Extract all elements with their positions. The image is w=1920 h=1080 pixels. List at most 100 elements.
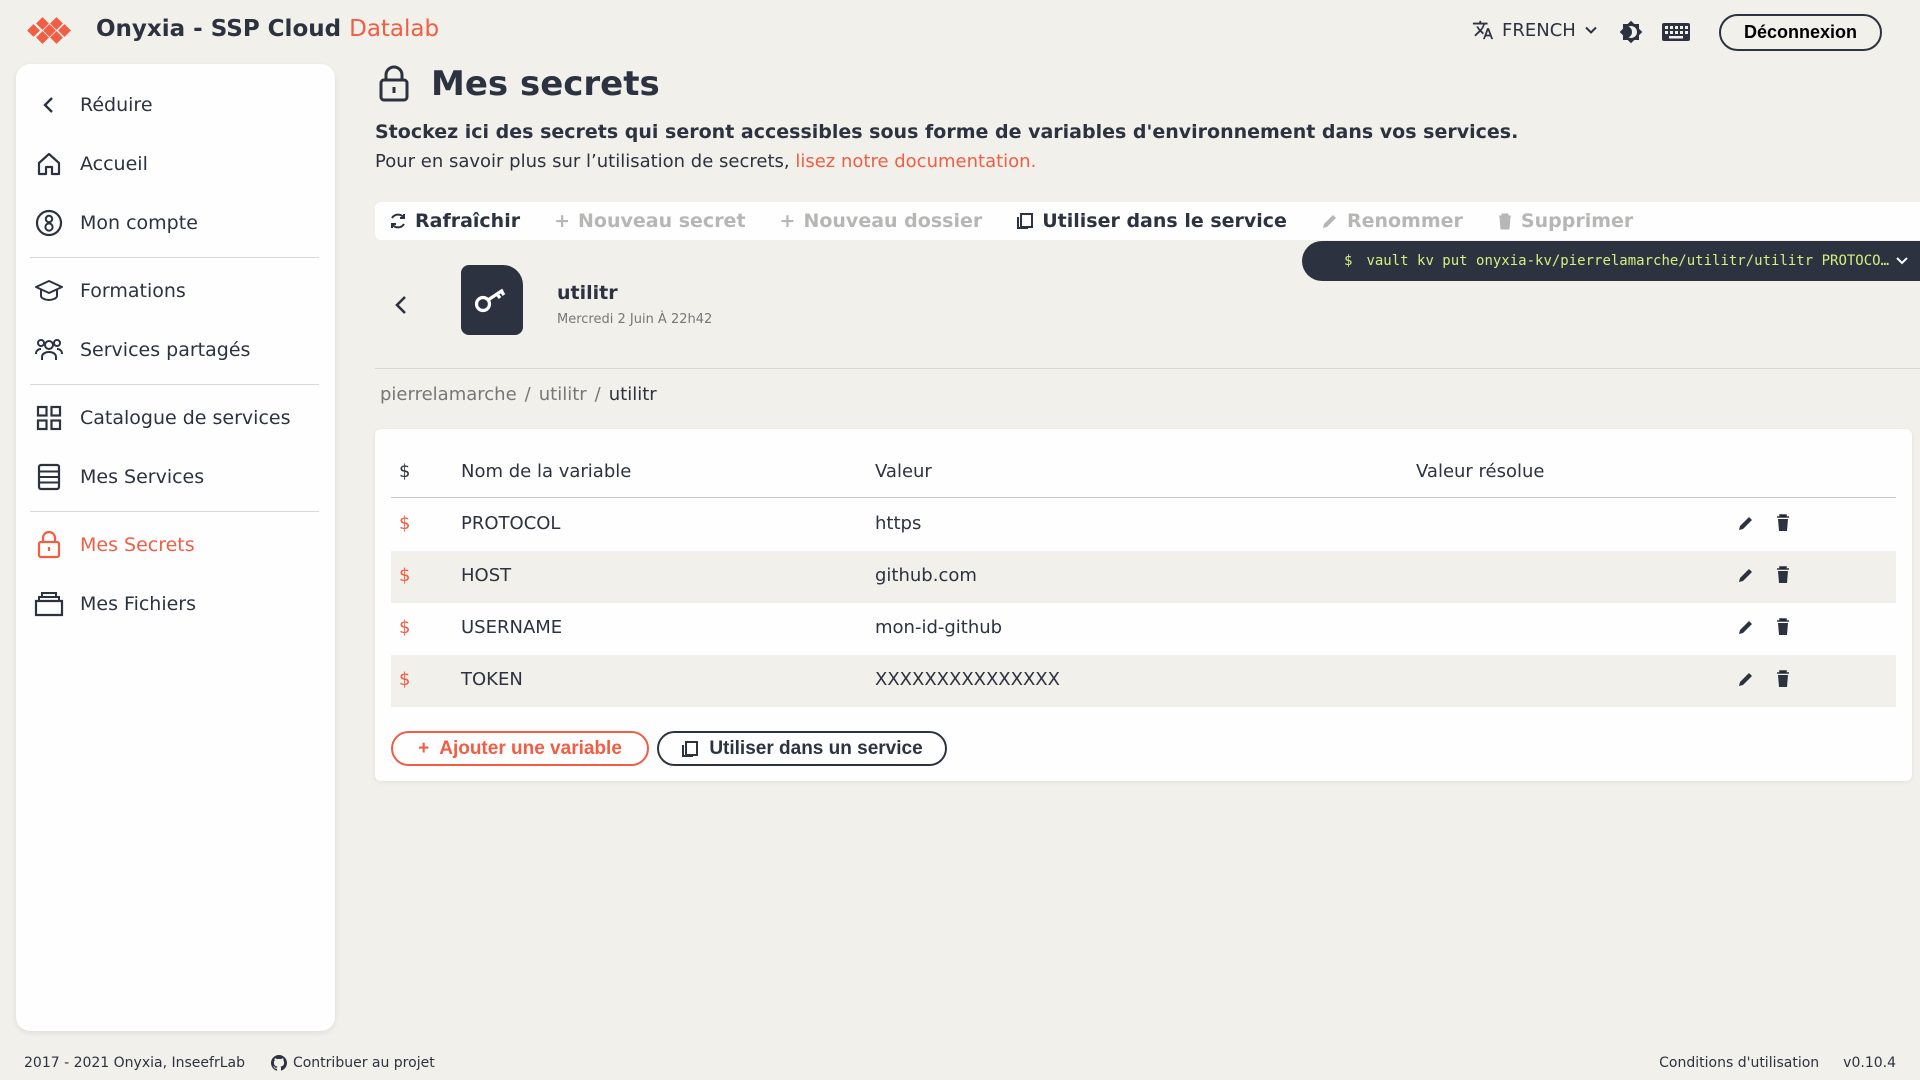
delete-icon[interactable] (1775, 565, 1791, 585)
breadcrumb-item[interactable]: pierrelamarche (380, 384, 517, 405)
contribute-label: Contribuer au projet (292, 1055, 435, 1071)
grid-icon (30, 399, 68, 437)
copyright-text: 2017 - 2021 Onyxia, InseefrLab (24, 1055, 245, 1071)
refresh-label: Rafraîchir (415, 210, 521, 232)
pencil-icon (1322, 215, 1336, 228)
page-title: Mes secrets (431, 64, 660, 104)
add-variable-button[interactable]: + Ajouter une variable (391, 731, 649, 766)
sidebar-divider (30, 257, 319, 258)
sidebar-item-label: Mes Fichiers (80, 593, 197, 615)
header-value: Valeur (875, 461, 932, 482)
row-value[interactable]: XXXXXXXXXXXXXXX (875, 669, 1060, 690)
sidebar-item-accueil[interactable]: Accueil (30, 141, 320, 187)
sidebar-item-mon-compte[interactable]: Mon compte (30, 200, 320, 246)
sidebar-item-label: Catalogue de services (80, 407, 291, 429)
trash-icon (1498, 213, 1511, 230)
section-divider (375, 368, 1920, 369)
delete-icon[interactable] (1775, 617, 1791, 637)
sidebar-divider (30, 384, 319, 385)
sidebar-item-catalogue[interactable]: Catalogue de services (30, 395, 320, 441)
delete-label: Supprimer (1520, 210, 1634, 232)
table-header: $ Nom de la variable Valeur Valeur résol… (391, 429, 1896, 498)
breadcrumb: pierrelamarche / utilitr / utilitr (380, 384, 657, 405)
brand-accent: Datalab (349, 16, 440, 42)
use-in-service-button[interactable]: Utiliser dans le service (1016, 210, 1287, 232)
help-text-prefix: Pour en savoir plus sur l’utilisation de… (375, 151, 790, 172)
row-dollar: $ (399, 565, 411, 586)
help-text: Pour en savoir plus sur l’utilisation de… (375, 151, 1036, 172)
table-row[interactable]: $ HOST github.com (391, 551, 1896, 603)
refresh-icon (391, 213, 405, 229)
delete-icon[interactable] (1775, 669, 1791, 689)
sidebar-item-label: Formations (80, 280, 186, 302)
language-selector[interactable]: FRENCH (1472, 19, 1598, 41)
secret-name: utilitr (557, 282, 618, 304)
sidebar-item-label: Services partagés (80, 339, 251, 361)
documentation-link[interactable]: lisez notre documentation. (795, 151, 1036, 172)
rename-button[interactable]: Renommer (1321, 210, 1463, 232)
sidebar-divider (30, 511, 319, 512)
contribute-link[interactable]: Contribuer au projet (270, 1055, 435, 1071)
page-header: Mes secrets (377, 64, 660, 104)
sidebar-collapse-label: Réduire (80, 94, 153, 116)
row-value[interactable]: mon-id-github (875, 617, 1002, 638)
files-icon (30, 585, 68, 623)
new-secret-button[interactable]: + Nouveau secret (554, 210, 745, 232)
rename-label: Renommer (1346, 210, 1463, 232)
sidebar-collapse[interactable]: Réduire (30, 82, 320, 128)
new-secret-label: Nouveau secret (578, 210, 746, 232)
delete-button[interactable]: Supprimer (1497, 210, 1633, 232)
version-label: v0.10.4 (1843, 1055, 1896, 1071)
terms-link[interactable]: Conditions d'utilisation (1659, 1055, 1819, 1071)
graduation-cap-icon (30, 272, 68, 310)
sidebar-item-formations[interactable]: Formations (30, 268, 320, 314)
header-resolved: Valeur résolue (1416, 461, 1545, 482)
new-folder-label: Nouveau dossier (803, 210, 983, 232)
edit-icon[interactable] (1737, 514, 1755, 532)
use-in-service-secondary-button[interactable]: Utiliser dans un service (657, 731, 947, 766)
edit-icon[interactable] (1737, 566, 1755, 584)
table-row[interactable]: $ PROTOCOL https (391, 499, 1896, 551)
table-row[interactable]: $ USERNAME mon-id-github (391, 603, 1896, 655)
back-arrow-icon[interactable] (390, 292, 412, 318)
use-service-label: Utiliser dans un service (709, 737, 923, 759)
table-row[interactable]: $ TOKEN XXXXXXXXXXXXXXX (391, 655, 1896, 707)
row-name[interactable]: HOST (461, 565, 511, 586)
row-name[interactable]: USERNAME (461, 617, 562, 638)
home-icon (30, 145, 68, 183)
logout-button[interactable]: Déconnexion (1719, 14, 1882, 51)
refresh-button[interactable]: Rafraîchir (389, 210, 520, 232)
edit-icon[interactable] (1737, 618, 1755, 636)
account-icon (30, 204, 68, 242)
row-value[interactable]: github.com (875, 565, 977, 586)
header-name: Nom de la variable (461, 461, 632, 482)
sidebar-item-label: Mes Services (80, 466, 205, 488)
lock-icon (379, 65, 409, 102)
sidebar-item-mes-fichiers[interactable]: Mes Fichiers (30, 581, 320, 627)
breadcrumb-item[interactable]: utilitr (539, 384, 587, 405)
sidebar-item-label: Accueil (80, 153, 148, 175)
row-value[interactable]: https (875, 513, 921, 534)
header-dollar: $ (399, 461, 411, 482)
command-bar[interactable]: $ vault kv put onyxia-kv/pierrelamarche/… (1302, 241, 1920, 281)
onyxia-logo-icon[interactable] (26, 16, 72, 46)
footer-right: Conditions d'utilisation v0.10.4 (1659, 1055, 1896, 1071)
delete-icon[interactable] (1775, 513, 1791, 533)
row-name[interactable]: TOKEN (461, 669, 523, 690)
plus-icon: + (779, 210, 796, 232)
new-folder-button[interactable]: + Nouveau dossier (780, 210, 983, 232)
group-icon (30, 331, 68, 369)
sidebar-item-services-partages[interactable]: Services partagés (30, 327, 320, 373)
app-title[interactable]: Onyxia - SSP Cloud Datalab (96, 16, 439, 42)
sidebar-item-label: Mon compte (80, 212, 198, 234)
keyboard-icon[interactable] (1661, 20, 1691, 44)
toolbar: Rafraîchir + Nouveau secret + Nouveau do… (375, 202, 1920, 240)
sidebar-item-mes-secrets[interactable]: Mes Secrets (30, 522, 320, 568)
row-name[interactable]: PROTOCOL (461, 513, 560, 534)
edit-icon[interactable] (1737, 670, 1755, 688)
sidebar-item-mes-services[interactable]: Mes Services (30, 454, 320, 500)
translate-icon (1472, 20, 1494, 40)
chevron-down-icon[interactable] (1894, 253, 1910, 269)
secret-file-icon (461, 265, 523, 335)
dark-mode-toggle-icon[interactable] (1619, 20, 1643, 44)
